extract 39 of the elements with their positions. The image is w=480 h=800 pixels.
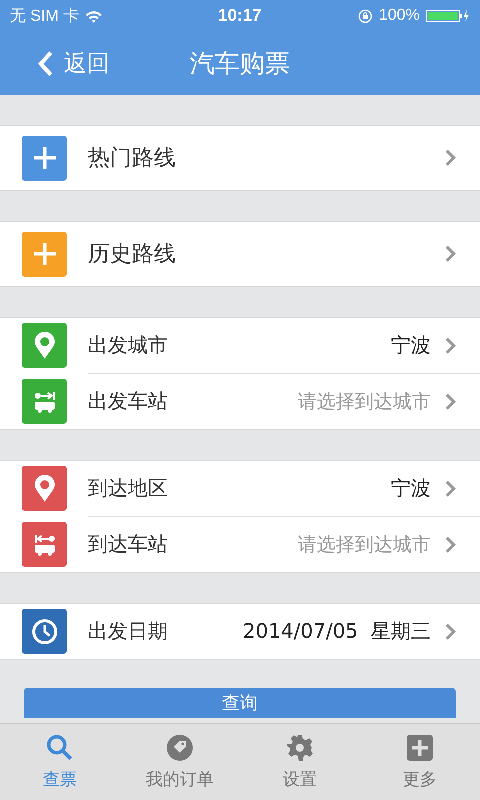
list-row[interactable]: 出发车站 请选择到达城市 (88, 373, 480, 429)
chevron-icon (445, 392, 456, 410)
row-value: 宁波 (391, 332, 431, 359)
row-label: 到达地区 (88, 475, 168, 502)
row-label: 热门路线 (88, 145, 176, 173)
back-chevron-icon (38, 50, 54, 76)
chevron-icon (445, 245, 456, 263)
list-row[interactable]: 热门路线 (0, 126, 480, 190)
row-value: 宁波 (391, 475, 431, 502)
row-hint: 请选择到达城市 (298, 390, 431, 414)
status-time: 10:17 (218, 6, 262, 26)
chevron-icon (445, 149, 456, 167)
list-row[interactable]: 出发城市 宁波 (0, 318, 480, 373)
battery-percent: 100% (379, 7, 420, 25)
row-label: 到达车站 (88, 531, 168, 558)
row-label: 历史路线 (88, 241, 176, 269)
settings-icon (286, 734, 314, 762)
battery-icon (426, 9, 470, 23)
chevron-icon (445, 480, 456, 498)
list-row[interactable]: 历史路线 (0, 222, 480, 286)
row-value: 2014/07/05 星期三 (243, 618, 431, 645)
row-hint: 请选择到达城市 (298, 532, 431, 558)
list-row[interactable]: 到达车站 请选择到达城市 (88, 516, 480, 572)
wifi-icon (85, 10, 104, 22)
row-label: 出发车站 (88, 388, 168, 415)
chevron-icon (445, 336, 456, 354)
page-title: 汽车购票 (190, 48, 290, 80)
plus-square-icon (406, 734, 434, 762)
tag-icon (166, 734, 194, 762)
search-icon (46, 734, 74, 762)
list-row[interactable]: 出发日期 2014/07/05 星期三 (0, 604, 480, 659)
row-label: 出发城市 (88, 332, 168, 359)
chevron-icon (445, 536, 456, 554)
carrier-text: 无 SIM 卡 (10, 6, 80, 26)
row-label: 出发日期 (88, 618, 168, 645)
query-button[interactable]: 查询 (24, 688, 456, 718)
list-row[interactable]: 到达地区 宁波 (0, 461, 480, 516)
rotation-lock-icon (358, 8, 374, 24)
chevron-icon (445, 622, 456, 640)
